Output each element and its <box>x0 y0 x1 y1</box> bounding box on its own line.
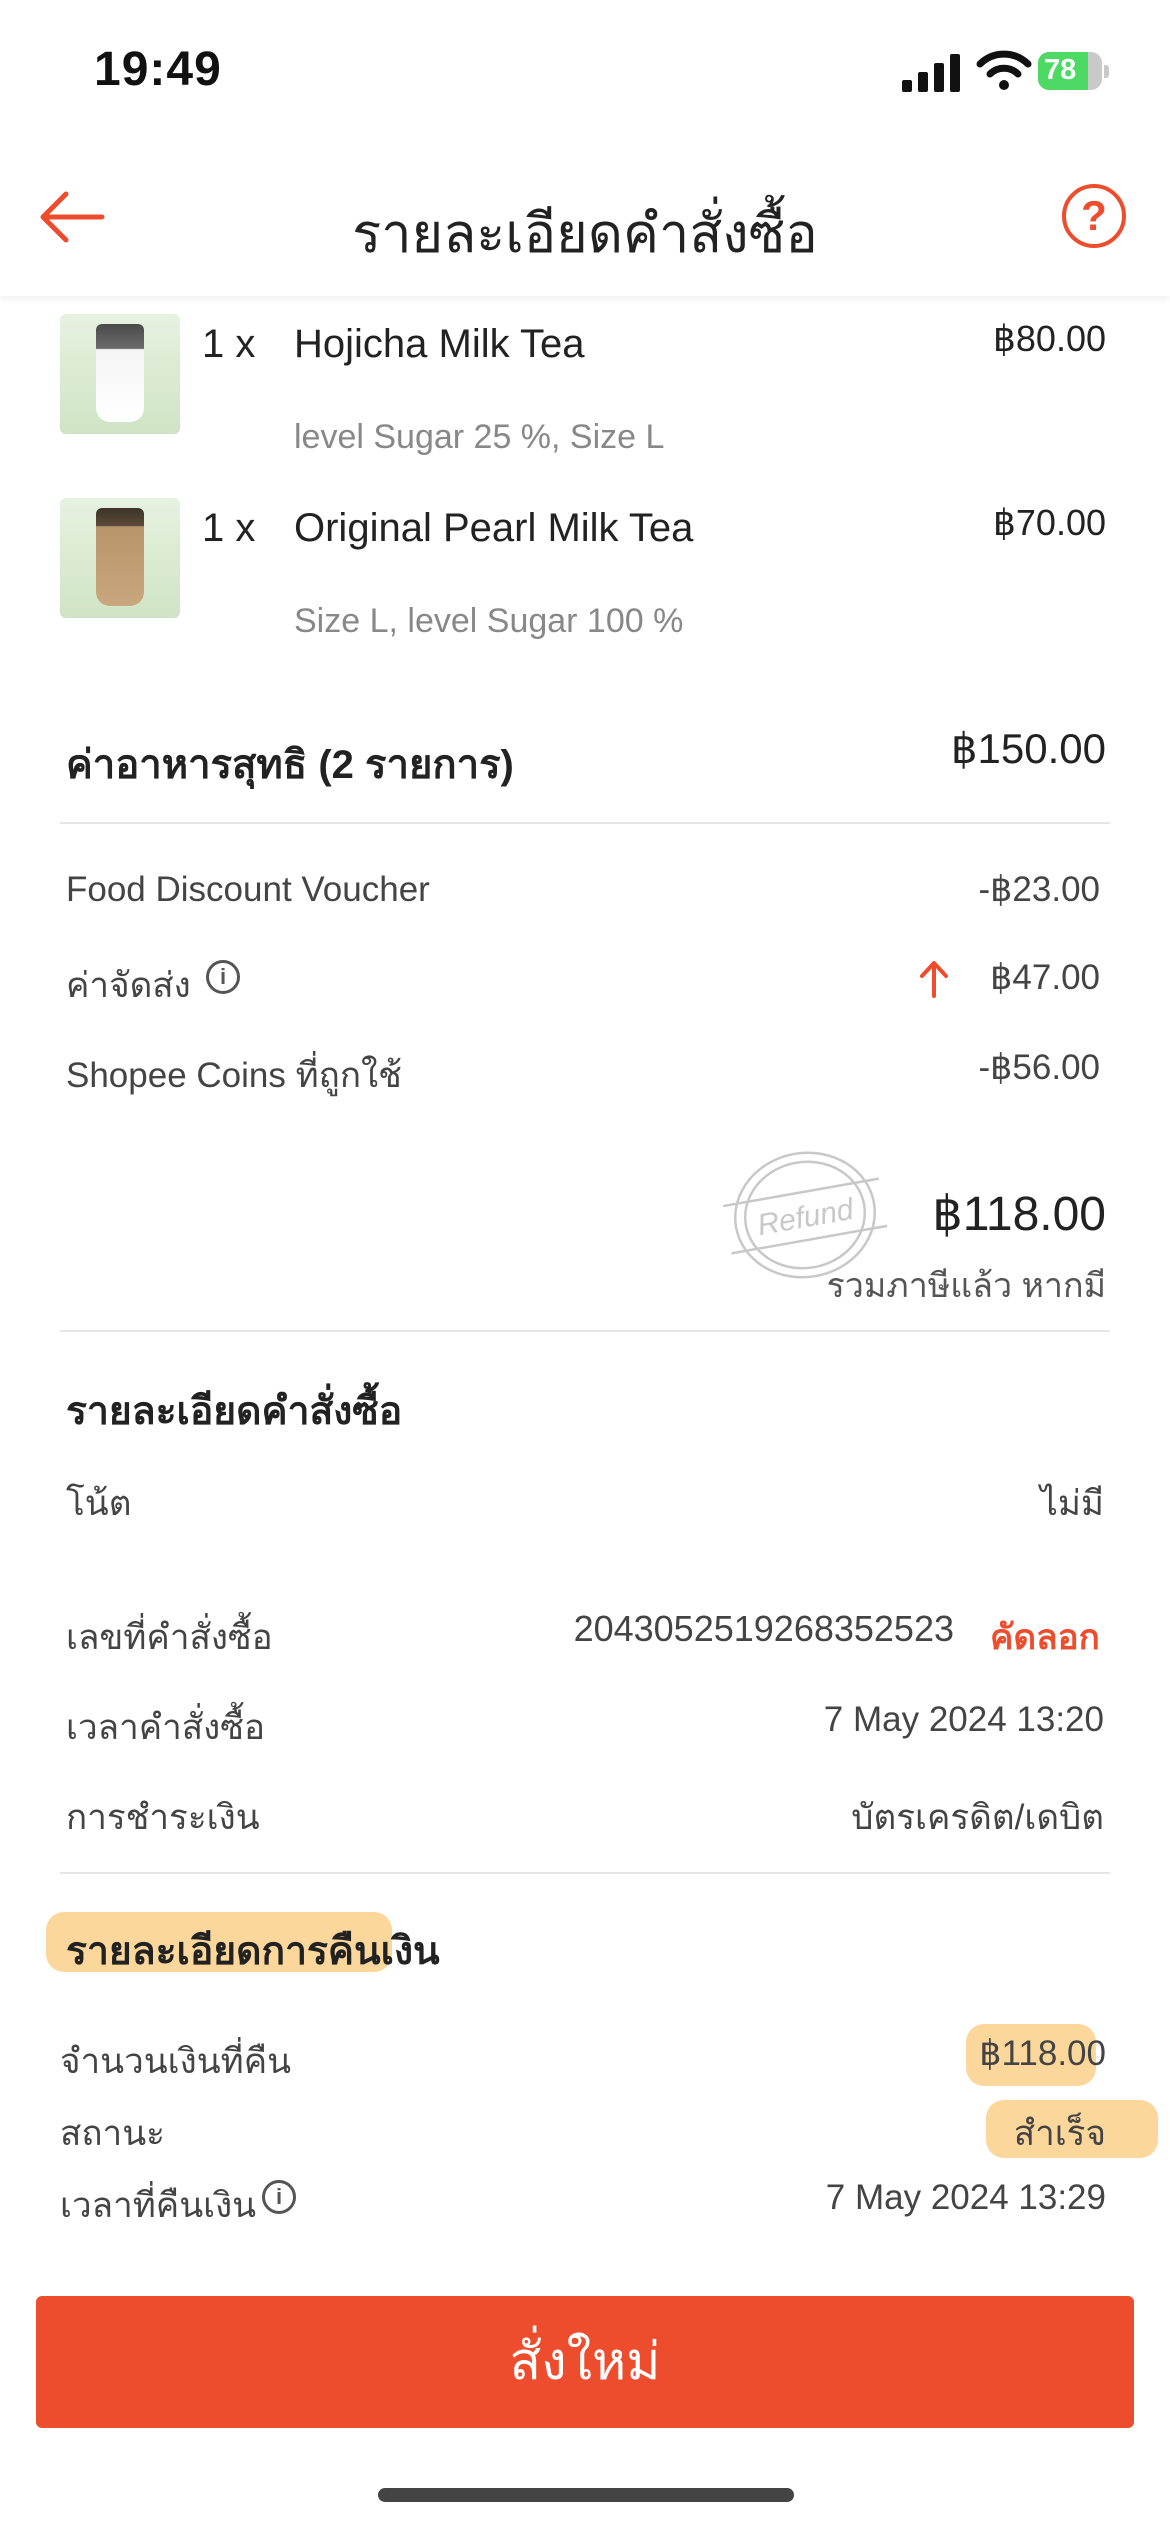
status-time: 19:49 <box>94 43 222 96</box>
wifi-icon <box>976 50 1032 90</box>
refund-time-value: 7 May 2024 13:29 <box>825 2178 1106 2217</box>
order-details-heading: รายละเอียดคำสั่งซื้อ <box>66 1390 403 1433</box>
page-title: รายละเอียดคำสั่งซื้อ <box>352 204 818 264</box>
item-price: ฿80.00 <box>993 318 1106 359</box>
item-name: Hojicha Milk Tea <box>294 322 585 366</box>
item-price: ฿70.00 <box>993 502 1106 543</box>
note-label: โน้ต <box>66 1484 132 1523</box>
cellular-signal-icon <box>902 54 960 92</box>
item-image-hojicha <box>60 314 180 434</box>
refund-status-value: สำเร็จ <box>1013 2114 1106 2153</box>
refund-amount-value: ฿118.00 <box>979 2034 1106 2073</box>
tax-note: รวมภาษีแล้ว หากมี <box>826 1267 1106 1305</box>
subtotal-value: ฿150.00 <box>950 725 1106 772</box>
discount-voucher-label: Food Discount Voucher <box>66 870 430 909</box>
payment-value: บัตรเครดิต/เดบิต <box>851 1798 1104 1837</box>
order-time-value: 7 May 2024 13:20 <box>823 1700 1104 1739</box>
order-time-label: เวลาคำสั่งซื้อ <box>66 1708 266 1747</box>
payment-label: การชำระเงิน <box>66 1798 260 1837</box>
order-number-value: 2043052519268352523 <box>573 1608 954 1649</box>
item-quantity: 1 x <box>202 506 256 550</box>
item-options: level Sugar 25 %, Size L <box>294 418 665 456</box>
refund-status-label: สถานะ <box>60 2114 165 2153</box>
delivery-fee-label: ค่าจัดส่ง <box>66 966 191 1005</box>
total-value: ฿118.00 <box>932 1188 1106 1241</box>
refund-amount-label: จำนวนเงินที่คืน <box>60 2042 292 2081</box>
reorder-button[interactable]: สั่งใหม่ <box>36 2296 1134 2428</box>
divider <box>60 1330 1110 1332</box>
info-icon[interactable]: i <box>206 960 240 994</box>
divider <box>60 1872 1110 1874</box>
home-indicator[interactable] <box>378 2488 794 2502</box>
info-icon[interactable]: i <box>262 2180 296 2214</box>
copy-button[interactable]: คัดลอก <box>990 1610 1100 1665</box>
note-value: ไม่มี <box>1040 1484 1104 1523</box>
item-image-pearl <box>60 498 180 618</box>
refund-details-heading: รายละเอียดการคืนเงิน <box>66 1930 440 1973</box>
battery-level: 78 <box>1044 54 1077 86</box>
shopee-coins-value: -฿56.00 <box>978 1048 1100 1087</box>
subtotal-label: ค่าอาหารสุทธิ (2 รายการ) <box>66 743 514 787</box>
item-options: Size L, level Sugar 100 % <box>294 602 684 640</box>
item-quantity: 1 x <box>202 322 256 366</box>
delivery-fee-value: ฿47.00 <box>990 958 1100 997</box>
order-number-label: เลขที่คำสั่งซื้อ <box>66 1618 273 1657</box>
help-icon[interactable]: ? <box>1062 184 1126 248</box>
divider <box>60 822 1110 824</box>
refund-time-label: เวลาที่คืนเงิน <box>60 2186 257 2225</box>
discount-voucher-value: -฿23.00 <box>978 870 1100 909</box>
item-name: Original Pearl Milk Tea <box>294 506 694 550</box>
battery-icon: 78 <box>1038 52 1110 92</box>
shopee-coins-label: Shopee Coins ที่ถูกใช้ <box>66 1056 402 1095</box>
